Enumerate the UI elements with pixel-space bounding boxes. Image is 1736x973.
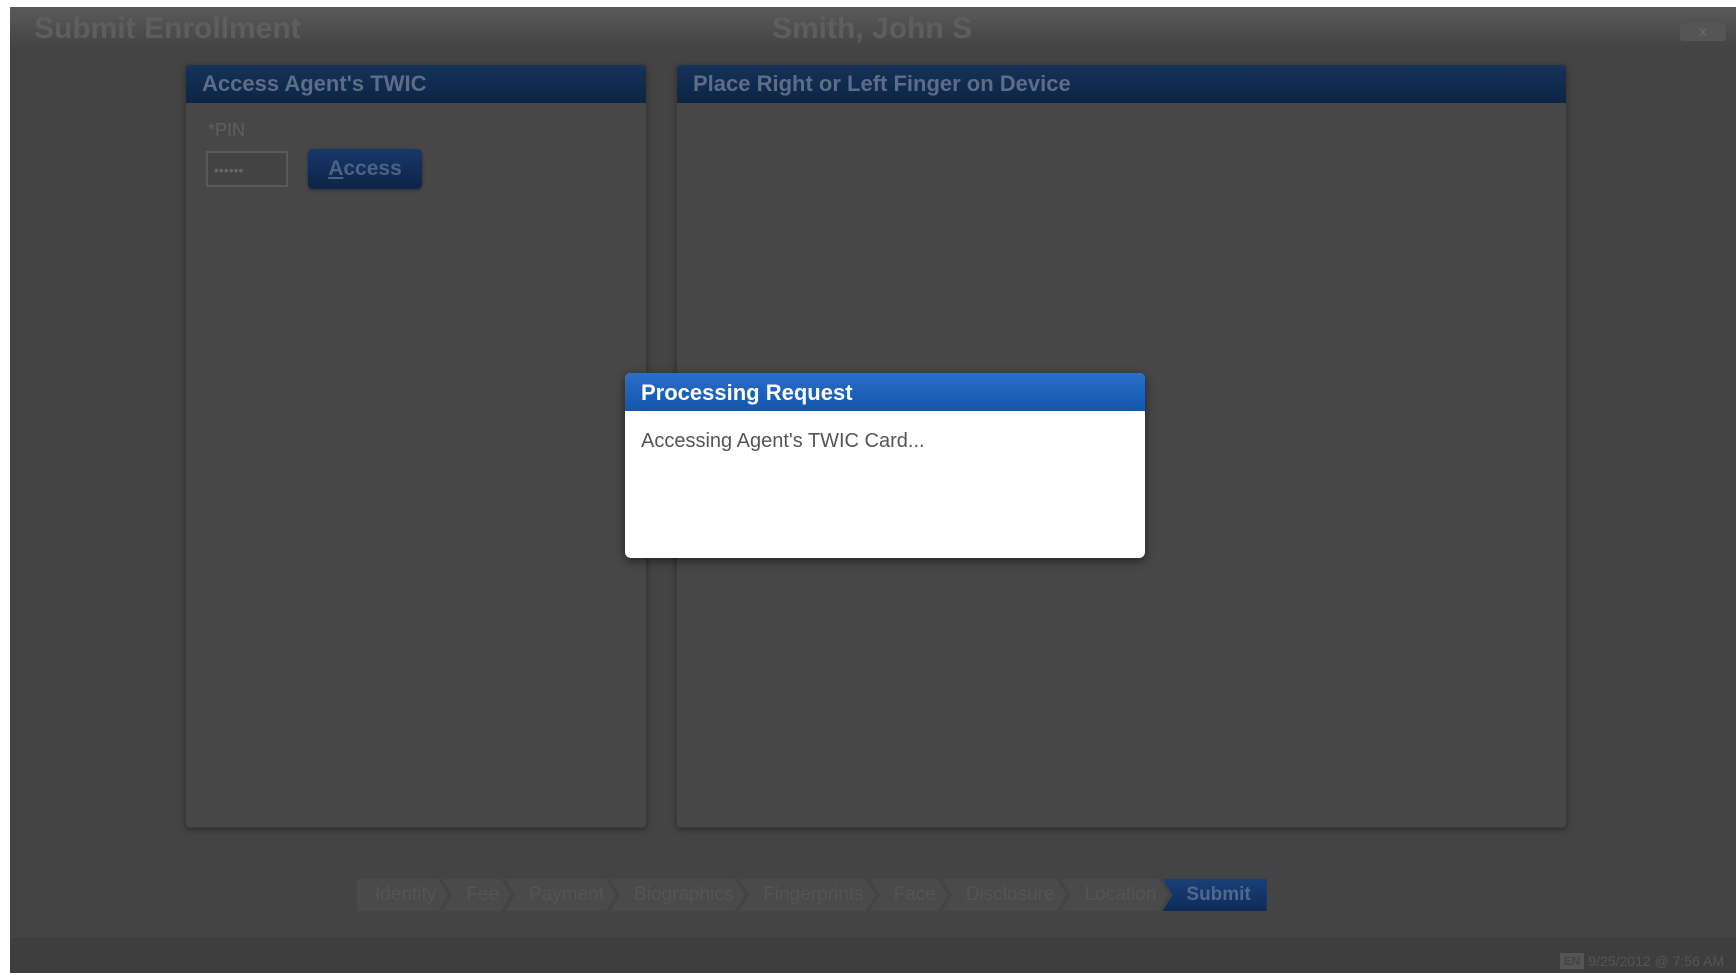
close-icon: x: [1699, 23, 1707, 39]
close-button[interactable]: x: [1680, 23, 1726, 41]
dialog-title: Processing Request: [625, 373, 1145, 411]
step-biographics[interactable]: Biographics: [610, 879, 745, 911]
step-location[interactable]: Location: [1061, 879, 1169, 911]
title-bar: Submit Enrollment Smith, John S x: [10, 7, 1736, 47]
applicant-name: Smith, John S: [772, 12, 973, 45]
status-datetime: 9/25/2012 @ 7:56 AM: [1588, 953, 1724, 969]
step-navigation: Identity Fee Payment Biographics Fingerp…: [357, 879, 1267, 911]
app-window: Submit Enrollment Smith, John S x Access…: [10, 7, 1736, 973]
status-info: EN 9/25/2012 @ 7:56 AM: [1559, 953, 1724, 969]
panel-title: Place Right or Left Finger on Device: [677, 65, 1566, 103]
step-fee[interactable]: Fee: [442, 879, 511, 911]
step-payment[interactable]: Payment: [505, 879, 616, 911]
step-disclosure[interactable]: Disclosure: [942, 879, 1067, 911]
step-face[interactable]: Face: [870, 879, 948, 911]
access-button-mnemonic: A: [328, 157, 344, 180]
access-button-label: ccess: [343, 157, 402, 180]
pin-input[interactable]: ••••••: [206, 151, 288, 187]
access-agent-twic-panel: Access Agent's TWIC *PIN •••••• Access: [185, 64, 647, 828]
panel-title: Access Agent's TWIC: [186, 65, 646, 103]
dialog-message: Accessing Agent's TWIC Card...: [641, 430, 925, 452]
pin-label: *PIN: [208, 120, 246, 140]
step-submit[interactable]: Submit: [1162, 879, 1267, 911]
language-badge[interactable]: EN: [1559, 953, 1585, 969]
access-button[interactable]: Access: [308, 149, 422, 189]
processing-dialog: Processing Request Accessing Agent's TWI…: [625, 373, 1145, 558]
status-bar: [10, 937, 1736, 973]
page-title: Submit Enrollment: [34, 12, 301, 45]
step-fingerprints[interactable]: Fingerprints: [739, 879, 875, 911]
step-identity[interactable]: Identity: [357, 879, 448, 911]
